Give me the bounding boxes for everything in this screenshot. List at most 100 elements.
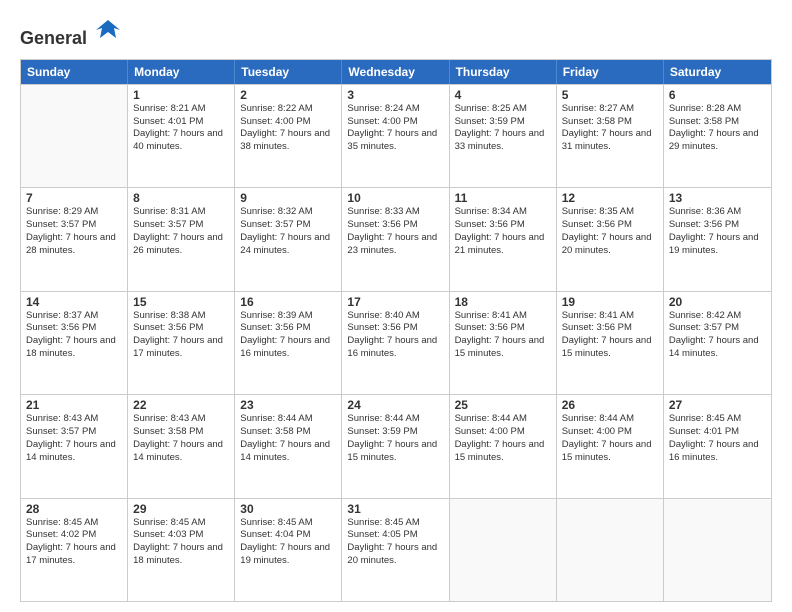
- day-cell-22: 22Sunrise: 8:43 AM Sunset: 3:58 PM Dayli…: [128, 395, 235, 497]
- day-info: Sunrise: 8:29 AM Sunset: 3:57 PM Dayligh…: [26, 206, 122, 257]
- calendar-row-4: 28Sunrise: 8:45 AM Sunset: 4:02 PM Dayli…: [21, 498, 771, 601]
- day-cell-15: 15Sunrise: 8:38 AM Sunset: 3:56 PM Dayli…: [128, 292, 235, 394]
- day-number: 10: [347, 191, 443, 205]
- page: General SundayMondayTuesdayWednesdayThur…: [0, 0, 792, 612]
- day-info: Sunrise: 8:43 AM Sunset: 3:57 PM Dayligh…: [26, 413, 122, 464]
- day-number: 1: [133, 88, 229, 102]
- calendar: SundayMondayTuesdayWednesdayThursdayFrid…: [20, 59, 772, 602]
- day-info: Sunrise: 8:25 AM Sunset: 3:59 PM Dayligh…: [455, 103, 551, 154]
- day-info: Sunrise: 8:45 AM Sunset: 4:05 PM Dayligh…: [347, 517, 443, 568]
- day-number: 23: [240, 398, 336, 412]
- day-number: 26: [562, 398, 658, 412]
- day-number: 17: [347, 295, 443, 309]
- day-number: 11: [455, 191, 551, 205]
- day-info: Sunrise: 8:45 AM Sunset: 4:03 PM Dayligh…: [133, 517, 229, 568]
- day-info: Sunrise: 8:27 AM Sunset: 3:58 PM Dayligh…: [562, 103, 658, 154]
- weekday-header-thursday: Thursday: [450, 60, 557, 84]
- day-cell-16: 16Sunrise: 8:39 AM Sunset: 3:56 PM Dayli…: [235, 292, 342, 394]
- day-cell-12: 12Sunrise: 8:35 AM Sunset: 3:56 PM Dayli…: [557, 188, 664, 290]
- day-info: Sunrise: 8:38 AM Sunset: 3:56 PM Dayligh…: [133, 310, 229, 361]
- day-cell-5: 5Sunrise: 8:27 AM Sunset: 3:58 PM Daylig…: [557, 85, 664, 187]
- day-info: Sunrise: 8:22 AM Sunset: 4:00 PM Dayligh…: [240, 103, 336, 154]
- weekday-header-wednesday: Wednesday: [342, 60, 449, 84]
- day-cell-20: 20Sunrise: 8:42 AM Sunset: 3:57 PM Dayli…: [664, 292, 771, 394]
- calendar-row-3: 21Sunrise: 8:43 AM Sunset: 3:57 PM Dayli…: [21, 394, 771, 497]
- day-number: 9: [240, 191, 336, 205]
- day-info: Sunrise: 8:39 AM Sunset: 3:56 PM Dayligh…: [240, 310, 336, 361]
- day-info: Sunrise: 8:44 AM Sunset: 4:00 PM Dayligh…: [455, 413, 551, 464]
- header: General: [20, 16, 772, 49]
- day-cell-26: 26Sunrise: 8:44 AM Sunset: 4:00 PM Dayli…: [557, 395, 664, 497]
- day-number: 24: [347, 398, 443, 412]
- day-number: 18: [455, 295, 551, 309]
- day-number: 3: [347, 88, 443, 102]
- day-info: Sunrise: 8:42 AM Sunset: 3:57 PM Dayligh…: [669, 310, 766, 361]
- day-info: Sunrise: 8:44 AM Sunset: 3:59 PM Dayligh…: [347, 413, 443, 464]
- weekday-header-sunday: Sunday: [21, 60, 128, 84]
- day-cell-3: 3Sunrise: 8:24 AM Sunset: 4:00 PM Daylig…: [342, 85, 449, 187]
- day-info: Sunrise: 8:32 AM Sunset: 3:57 PM Dayligh…: [240, 206, 336, 257]
- day-cell-31: 31Sunrise: 8:45 AM Sunset: 4:05 PM Dayli…: [342, 499, 449, 601]
- weekday-header-monday: Monday: [128, 60, 235, 84]
- day-cell-2: 2Sunrise: 8:22 AM Sunset: 4:00 PM Daylig…: [235, 85, 342, 187]
- day-info: Sunrise: 8:21 AM Sunset: 4:01 PM Dayligh…: [133, 103, 229, 154]
- day-info: Sunrise: 8:45 AM Sunset: 4:01 PM Dayligh…: [669, 413, 766, 464]
- day-number: 27: [669, 398, 766, 412]
- day-info: Sunrise: 8:36 AM Sunset: 3:56 PM Dayligh…: [669, 206, 766, 257]
- day-number: 2: [240, 88, 336, 102]
- day-number: 21: [26, 398, 122, 412]
- day-info: Sunrise: 8:44 AM Sunset: 3:58 PM Dayligh…: [240, 413, 336, 464]
- day-cell-17: 17Sunrise: 8:40 AM Sunset: 3:56 PM Dayli…: [342, 292, 449, 394]
- day-cell-29: 29Sunrise: 8:45 AM Sunset: 4:03 PM Dayli…: [128, 499, 235, 601]
- day-number: 29: [133, 502, 229, 516]
- calendar-body: 1Sunrise: 8:21 AM Sunset: 4:01 PM Daylig…: [21, 84, 771, 601]
- day-cell-30: 30Sunrise: 8:45 AM Sunset: 4:04 PM Dayli…: [235, 499, 342, 601]
- day-cell-21: 21Sunrise: 8:43 AM Sunset: 3:57 PM Dayli…: [21, 395, 128, 497]
- weekday-header-tuesday: Tuesday: [235, 60, 342, 84]
- weekday-header-saturday: Saturday: [664, 60, 771, 84]
- day-number: 4: [455, 88, 551, 102]
- day-number: 22: [133, 398, 229, 412]
- day-number: 12: [562, 191, 658, 205]
- day-cell-13: 13Sunrise: 8:36 AM Sunset: 3:56 PM Dayli…: [664, 188, 771, 290]
- day-cell-24: 24Sunrise: 8:44 AM Sunset: 3:59 PM Dayli…: [342, 395, 449, 497]
- day-cell-4: 4Sunrise: 8:25 AM Sunset: 3:59 PM Daylig…: [450, 85, 557, 187]
- day-cell-18: 18Sunrise: 8:41 AM Sunset: 3:56 PM Dayli…: [450, 292, 557, 394]
- day-info: Sunrise: 8:37 AM Sunset: 3:56 PM Dayligh…: [26, 310, 122, 361]
- day-cell-19: 19Sunrise: 8:41 AM Sunset: 3:56 PM Dayli…: [557, 292, 664, 394]
- day-info: Sunrise: 8:33 AM Sunset: 3:56 PM Dayligh…: [347, 206, 443, 257]
- day-cell-empty: [664, 499, 771, 601]
- logo-general: General: [20, 16, 122, 49]
- calendar-header: SundayMondayTuesdayWednesdayThursdayFrid…: [21, 60, 771, 84]
- day-number: 13: [669, 191, 766, 205]
- day-number: 5: [562, 88, 658, 102]
- day-number: 20: [669, 295, 766, 309]
- day-info: Sunrise: 8:40 AM Sunset: 3:56 PM Dayligh…: [347, 310, 443, 361]
- day-info: Sunrise: 8:43 AM Sunset: 3:58 PM Dayligh…: [133, 413, 229, 464]
- day-cell-empty: [557, 499, 664, 601]
- day-info: Sunrise: 8:45 AM Sunset: 4:04 PM Dayligh…: [240, 517, 336, 568]
- day-cell-10: 10Sunrise: 8:33 AM Sunset: 3:56 PM Dayli…: [342, 188, 449, 290]
- day-info: Sunrise: 8:35 AM Sunset: 3:56 PM Dayligh…: [562, 206, 658, 257]
- day-number: 25: [455, 398, 551, 412]
- day-number: 6: [669, 88, 766, 102]
- day-number: 28: [26, 502, 122, 516]
- day-number: 30: [240, 502, 336, 516]
- day-info: Sunrise: 8:24 AM Sunset: 4:00 PM Dayligh…: [347, 103, 443, 154]
- day-cell-empty: [21, 85, 128, 187]
- calendar-row-2: 14Sunrise: 8:37 AM Sunset: 3:56 PM Dayli…: [21, 291, 771, 394]
- day-number: 14: [26, 295, 122, 309]
- day-info: Sunrise: 8:44 AM Sunset: 4:00 PM Dayligh…: [562, 413, 658, 464]
- day-info: Sunrise: 8:34 AM Sunset: 3:56 PM Dayligh…: [455, 206, 551, 257]
- day-number: 19: [562, 295, 658, 309]
- calendar-row-1: 7Sunrise: 8:29 AM Sunset: 3:57 PM Daylig…: [21, 187, 771, 290]
- weekday-header-friday: Friday: [557, 60, 664, 84]
- day-cell-1: 1Sunrise: 8:21 AM Sunset: 4:01 PM Daylig…: [128, 85, 235, 187]
- day-number: 8: [133, 191, 229, 205]
- logo: General: [20, 16, 122, 49]
- day-cell-7: 7Sunrise: 8:29 AM Sunset: 3:57 PM Daylig…: [21, 188, 128, 290]
- day-info: Sunrise: 8:45 AM Sunset: 4:02 PM Dayligh…: [26, 517, 122, 568]
- day-cell-11: 11Sunrise: 8:34 AM Sunset: 3:56 PM Dayli…: [450, 188, 557, 290]
- day-cell-6: 6Sunrise: 8:28 AM Sunset: 3:58 PM Daylig…: [664, 85, 771, 187]
- day-cell-14: 14Sunrise: 8:37 AM Sunset: 3:56 PM Dayli…: [21, 292, 128, 394]
